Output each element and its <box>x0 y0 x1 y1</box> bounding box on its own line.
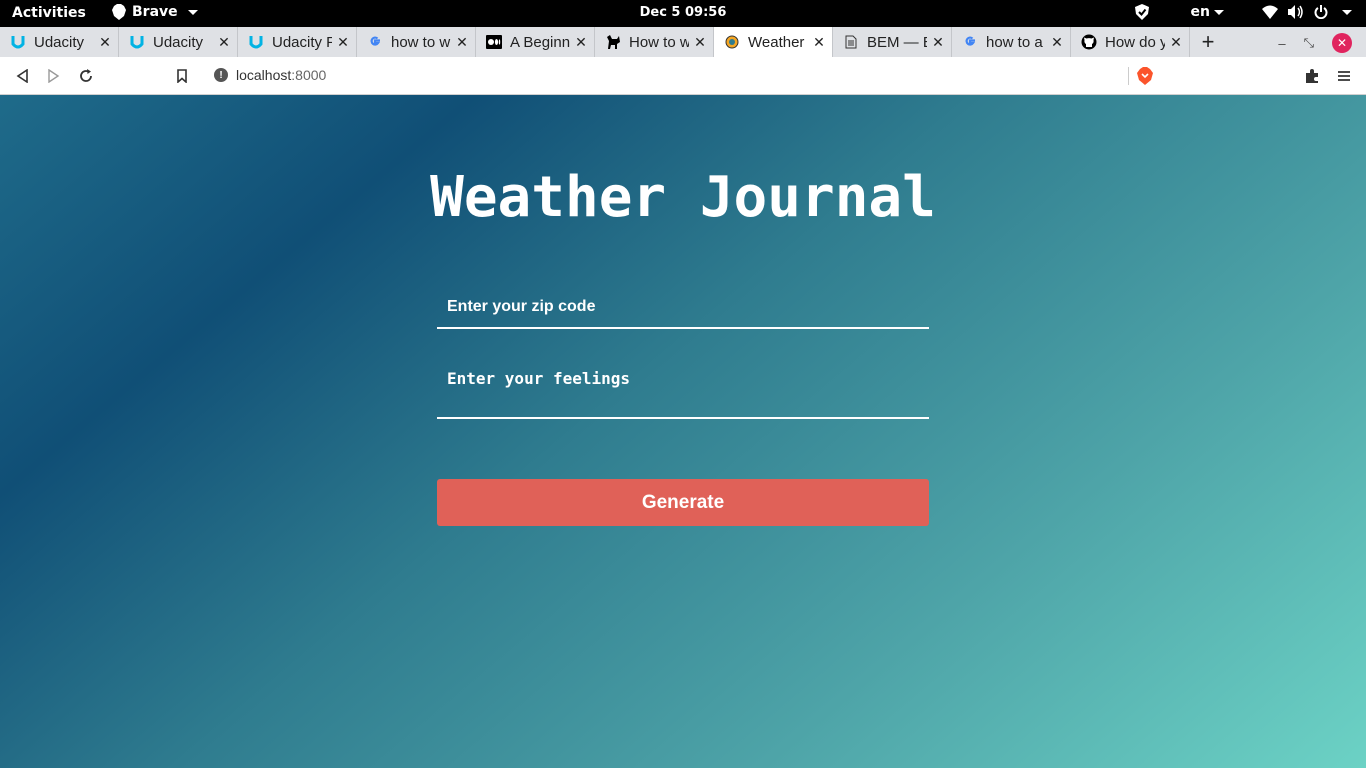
chevron-down-icon <box>1214 9 1224 15</box>
tab-title: A Beginn <box>510 33 570 51</box>
close-icon[interactable]: ✕ <box>1169 34 1183 51</box>
tab-title: Udacity <box>153 33 204 51</box>
reload-icon[interactable] <box>76 66 96 86</box>
minimize-icon[interactable]: – <box>1278 36 1285 51</box>
power-icon[interactable] <box>1314 5 1328 19</box>
page-title: Weather Journal <box>430 165 936 230</box>
language-indicator[interactable]: en <box>1191 4 1224 20</box>
tab-google-search[interactable]: how to a ✕ <box>952 27 1071 57</box>
tab-title: how to a <box>986 33 1043 51</box>
udacity-icon <box>10 34 26 50</box>
document-icon <box>843 34 859 50</box>
activities-button[interactable]: Activities <box>12 5 86 21</box>
brave-lion-icon <box>112 4 126 20</box>
google-icon <box>367 34 383 50</box>
tab-title: Udacity <box>34 33 85 51</box>
clock[interactable]: Dec 5 09:56 <box>640 5 727 20</box>
toolbar-divider <box>1128 67 1129 85</box>
close-icon[interactable]: ✕ <box>217 34 231 51</box>
back-icon[interactable] <box>12 66 32 86</box>
chevron-down-icon[interactable] <box>1342 9 1352 15</box>
generate-button[interactable]: Generate <box>437 479 929 526</box>
close-icon[interactable]: ✕ <box>812 34 826 51</box>
forward-icon[interactable] <box>44 66 64 86</box>
feelings-input[interactable] <box>437 365 929 419</box>
app-menu[interactable]: Brave <box>112 4 198 20</box>
google-icon <box>962 34 978 50</box>
menu-icon[interactable] <box>1334 66 1354 86</box>
udacity-icon <box>129 34 145 50</box>
window-close-icon[interactable]: ✕ <box>1332 33 1352 53</box>
github-icon <box>1081 34 1097 50</box>
bookmark-icon[interactable] <box>172 66 192 86</box>
udacity-icon <box>248 34 264 50</box>
system-top-bar: Activities Brave Dec 5 09:56 en <box>0 0 1366 27</box>
tab-how-to[interactable]: How to w ✕ <box>595 27 714 57</box>
restore-icon[interactable]: ⤡ <box>1304 35 1314 51</box>
tab-weather[interactable]: Weather ✕ <box>714 27 833 57</box>
close-icon[interactable]: ✕ <box>98 34 112 51</box>
url-host: localhost <box>236 67 292 83</box>
tab-udacity[interactable]: Udacity ✕ <box>0 27 119 57</box>
extensions-icon[interactable] <box>1302 66 1322 86</box>
browser-toolbar: ! localhost:8000 <box>0 57 1366 95</box>
dog-icon <box>605 34 621 50</box>
close-icon[interactable]: ✕ <box>455 34 469 51</box>
vpn-shield-icon[interactable] <box>1134 4 1149 20</box>
tab-title: Weather <box>748 33 805 51</box>
volume-icon[interactable] <box>1288 5 1304 19</box>
tab-udacity[interactable]: Udacity ✕ <box>119 27 238 57</box>
tab-google-search[interactable]: how to w ✕ <box>357 27 476 57</box>
close-icon[interactable]: ✕ <box>693 34 707 51</box>
close-icon[interactable]: ✕ <box>1050 34 1064 51</box>
wifi-icon[interactable] <box>1262 5 1278 19</box>
close-icon[interactable]: ✕ <box>931 34 945 51</box>
weather-icon <box>724 34 740 50</box>
tab-title: How to w <box>629 33 689 51</box>
page-content: Weather Journal Generate <box>0 95 1366 768</box>
tab-title: Udacity F <box>272 33 332 51</box>
tab-github[interactable]: How do y ✕ <box>1071 27 1190 57</box>
new-tab-button[interactable]: + <box>1190 27 1226 57</box>
chevron-down-icon <box>187 9 198 15</box>
tab-title: How do y <box>1105 33 1165 51</box>
tab-medium[interactable]: A Beginn ✕ <box>476 27 595 57</box>
site-info-icon[interactable]: ! <box>214 68 228 82</box>
address-bar[interactable]: ! localhost:8000 <box>214 67 326 83</box>
tab-strip: Udacity ✕ Udacity ✕ Udacity F ✕ how to w… <box>0 27 1366 57</box>
url-port: :8000 <box>291 67 327 83</box>
tab-title: BEM — E <box>867 33 927 51</box>
tab-udacity-f[interactable]: Udacity F ✕ <box>238 27 357 57</box>
close-icon[interactable]: ✕ <box>336 34 350 51</box>
medium-icon <box>486 34 502 50</box>
close-icon[interactable]: ✕ <box>574 34 588 51</box>
tab-bem[interactable]: BEM — E ✕ <box>833 27 952 57</box>
app-name: Brave <box>132 4 178 20</box>
zip-code-input[interactable] <box>437 295 929 329</box>
tab-title: how to w <box>391 33 451 51</box>
brave-shields-icon[interactable] <box>1135 66 1155 86</box>
